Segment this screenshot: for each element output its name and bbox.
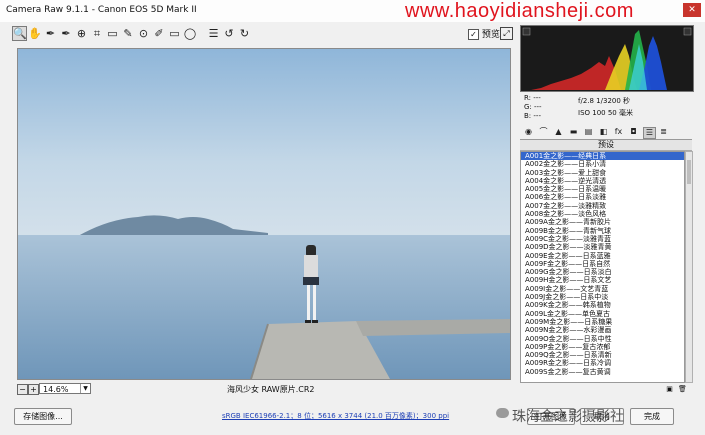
targeted-adjustment-icon[interactable]: ⊕ <box>74 26 89 41</box>
studio-watermark: 珠海金之影摄影社 <box>512 408 624 424</box>
preview-checkbox-box[interactable]: ✓ <box>468 29 479 40</box>
preset-item[interactable]: A004金之影——逆光清透 <box>521 177 684 185</box>
workflow-options-link[interactable]: sRGB IEC61966-2.1；8 位；5616 x 3744 (21.0 … <box>222 411 449 421</box>
preview-label: 预览 <box>481 30 500 40</box>
photo-preview <box>18 49 510 379</box>
window-title: Camera Raw 9.1.1 - Canon EOS 5D Mark II <box>6 5 197 15</box>
wechat-logo-icon <box>496 408 509 418</box>
preset-item[interactable]: A009P金之影——复古浓郁 <box>521 343 684 351</box>
preset-item[interactable]: A007金之影——淡雅精致 <box>521 202 684 210</box>
readout-b: B: --- <box>524 112 541 120</box>
scrollbar-thumb[interactable] <box>687 160 691 184</box>
toolbar: 🔍 ✋ ✒ ✒ ⊕ ⌗ ▭ ✎ ⊙ ✐ ▭ ◯ ☰ ↺ ↻ <box>12 26 517 43</box>
preset-item[interactable]: A009M金之影——日系糖果 <box>521 318 684 326</box>
lens-corrections-tab-icon[interactable]: ◧ <box>598 127 609 137</box>
red-eye-icon[interactable]: ⊙ <box>136 26 151 41</box>
preset-item[interactable]: A009S金之影——复古黄调 <box>521 368 684 376</box>
histogram <box>520 25 694 92</box>
readout-g: G: --- <box>524 103 542 111</box>
done-button[interactable]: 完成 <box>630 408 674 425</box>
preset-item[interactable]: A009F金之影——日系自然 <box>521 260 684 268</box>
save-image-button[interactable]: 存储图像... <box>14 408 72 425</box>
website-watermark: www.haoyidiansheji.com <box>405 0 634 22</box>
detail-tab-icon[interactable]: ▲ <box>553 127 564 137</box>
split-toning-tab-icon[interactable]: ▤ <box>583 127 594 137</box>
color-sampler-icon[interactable]: ✒ <box>59 26 74 41</box>
exif-aperture-shutter: f/2.8 1/3200 秒 <box>578 97 631 105</box>
readout-r: R: --- <box>524 94 541 102</box>
rotate-right-icon[interactable]: ↻ <box>237 26 252 41</box>
histogram-graph <box>522 27 692 90</box>
white-balance-icon[interactable]: ✒ <box>43 26 58 41</box>
trash-icon[interactable]: 🗑 <box>678 385 687 394</box>
tone-curve-tab-icon[interactable]: ⌒ <box>538 127 549 137</box>
preset-item[interactable]: A002金之影——日系小清 <box>521 160 684 168</box>
preset-item[interactable]: A009O金之影——日系中性 <box>521 335 684 343</box>
preset-item[interactable]: A009I金之影——文艺青蓝 <box>521 285 684 293</box>
panel-tabs: ◉ ⌒ ▲ ▬ ▤ ◧ fx ◘ ☰ ≣ <box>520 126 692 140</box>
preset-item[interactable]: A006金之影——日系淡雅 <box>521 193 684 201</box>
hand-icon[interactable]: ✋ <box>28 26 43 41</box>
basic-tab-icon[interactable]: ◉ <box>523 127 534 137</box>
presets-tab-icon[interactable]: ☰ <box>643 127 656 139</box>
graduated-filter-icon[interactable]: ▭ <box>167 26 182 41</box>
bottom-bar: 存储图像... sRGB IEC61966-2.1；8 位；5616 x 374… <box>0 402 705 435</box>
zoom-bar: − + 14.6% ▼ 海风少女 RAW原片.CR2 <box>17 383 509 397</box>
effects-tab-icon[interactable]: fx <box>613 127 624 137</box>
preview-checkbox[interactable]: ✓ 预览 <box>468 27 500 40</box>
exif-iso-focal: ISO 100 50 毫米 <box>578 109 633 117</box>
crop-icon[interactable]: ⌗ <box>90 26 105 41</box>
hsl-tab-icon[interactable]: ▬ <box>568 127 579 137</box>
preset-item[interactable]: A009K金之影——韩系植物 <box>521 301 684 309</box>
spot-removal-icon[interactable]: ✎ <box>121 26 136 41</box>
zoom-icon[interactable]: 🔍 <box>12 26 27 41</box>
fullscreen-icon[interactable]: ⤢ <box>500 27 513 40</box>
zoom-level-value: 14.6% <box>43 385 69 394</box>
preset-item[interactable]: A003金之影——爱上甜食 <box>521 169 684 177</box>
rotate-left-icon[interactable]: ↺ <box>222 26 237 41</box>
straighten-icon[interactable]: ▭ <box>105 26 120 41</box>
panel-footer: ▣ 🗑 <box>520 385 692 395</box>
zoom-level-select[interactable]: 14.6% ▼ <box>39 383 91 394</box>
preset-item[interactable]: A009D金之影——淡雅青黄 <box>521 243 684 251</box>
preset-list[interactable]: A001金之影——经典日系 A002金之影——日系小清 A003金之影——爱上甜食 A… <box>520 151 685 383</box>
presets-panel-header: 预设 <box>520 140 692 151</box>
preferences-icon[interactable]: ☰ <box>206 26 221 41</box>
preset-item[interactable]: A009B金之影——青新气球 <box>521 227 684 235</box>
new-preset-icon[interactable]: ▣ <box>665 385 674 394</box>
file-name-label: 海风少女 RAW原片.CR2 <box>227 385 315 394</box>
preset-item[interactable]: A009E金之影——日系蓝雅 <box>521 252 684 260</box>
camera-calibration-tab-icon[interactable]: ◘ <box>628 127 639 137</box>
preset-item[interactable]: A009H金之影——日系文艺 <box>521 276 684 284</box>
close-button[interactable]: ✕ <box>683 3 701 17</box>
preset-item[interactable]: A009R金之影——日系冷调 <box>521 359 684 367</box>
zoom-out-button[interactable]: − <box>17 384 28 395</box>
preset-list-scrollbar[interactable] <box>685 151 693 383</box>
preset-item[interactable]: A009A金之影——青新胶片 <box>521 218 684 226</box>
image-preview-canvas[interactable] <box>17 48 511 380</box>
preset-item[interactable]: A009N金之影——水彩漫画 <box>521 326 684 334</box>
adjustment-brush-icon[interactable]: ✐ <box>152 26 167 41</box>
preset-item[interactable]: A009L金之影——单色夏古 <box>521 310 684 318</box>
snapshots-tab-icon[interactable]: ≣ <box>658 127 669 137</box>
chevron-down-icon[interactable]: ▼ <box>80 384 90 393</box>
zoom-in-button[interactable]: + <box>28 384 39 395</box>
radial-filter-icon[interactable]: ◯ <box>183 26 198 41</box>
pixel-readout: R: --- G: --- B: --- f/2.8 1/3200 秒 ISO … <box>520 92 692 124</box>
